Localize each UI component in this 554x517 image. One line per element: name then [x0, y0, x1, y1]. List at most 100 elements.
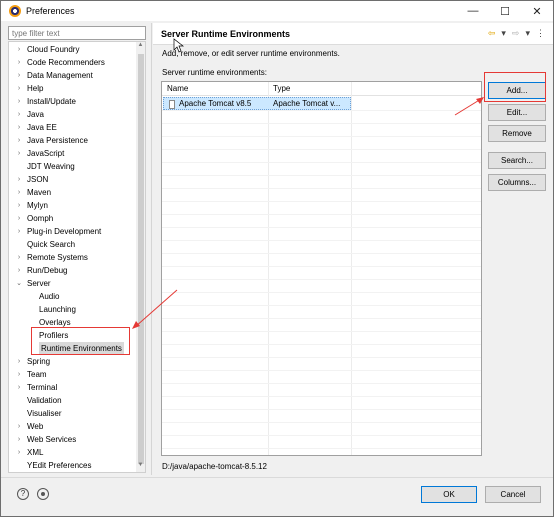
runtime-name: Apache Tomcat v8.5	[179, 99, 252, 108]
scroll-thumb[interactable]	[138, 54, 144, 464]
table-row-line	[162, 305, 481, 306]
table-row-line	[162, 370, 481, 371]
table-row-line	[162, 448, 481, 449]
annotation-highlight	[484, 72, 546, 102]
tree-item-label: Data Management	[27, 71, 93, 80]
view-menu-icon[interactable]: ⋮	[536, 28, 545, 39]
column-header-type[interactable]: Type	[273, 84, 290, 93]
tree-item-label: Plug-in Development	[27, 227, 102, 236]
scroll-down-icon[interactable]: ▼	[136, 462, 145, 472]
runtime-location: D:/java/apache-tomcat-8.5.12	[162, 462, 267, 471]
page-header: Server Runtime Environments ⇦ ▾ ⇨ ▾ ⋮	[153, 23, 553, 45]
table-row-line	[162, 123, 481, 124]
chevron-right-icon[interactable]: ›	[15, 69, 23, 82]
chevron-right-icon[interactable]: ›	[15, 43, 23, 56]
chevron-down-icon[interactable]: ⌄	[15, 277, 23, 290]
back-icon[interactable]: ⇦	[488, 28, 496, 39]
table-row-line	[162, 175, 481, 176]
sash[interactable]	[151, 23, 152, 475]
tree-item-label: Mylyn	[27, 201, 48, 210]
import-export-icon[interactable]	[37, 488, 49, 500]
maximize-button[interactable]: ☐	[489, 1, 521, 21]
tree-item-label: Quick Search	[27, 240, 76, 249]
columns-button[interactable]: Columns...	[488, 174, 546, 191]
page-description: Add, remove, or edit server runtime envi…	[162, 49, 340, 58]
chevron-right-icon[interactable]: ›	[15, 420, 23, 433]
tree-item-label: JavaScript	[27, 149, 65, 158]
chevron-right-icon[interactable]: ›	[15, 251, 23, 264]
chevron-right-icon[interactable]: ›	[15, 147, 23, 160]
tree-item-label: Code Recommenders	[27, 58, 105, 67]
table-row[interactable]: Apache Tomcat v8.5 Apache Tomcat v...	[163, 97, 351, 110]
chevron-right-icon[interactable]: ›	[15, 433, 23, 446]
table-row-line	[162, 188, 481, 189]
table-row-line	[162, 331, 481, 332]
table-row-line	[162, 240, 481, 241]
annotation-highlight	[31, 327, 130, 355]
eclipse-icon	[9, 5, 21, 17]
tree-item-label: Java EE	[27, 123, 57, 132]
tree-item-label: Java	[27, 110, 44, 119]
search-button[interactable]: Search...	[488, 152, 546, 169]
chevron-right-icon[interactable]: ›	[15, 381, 23, 394]
tree-item-label: XML	[27, 448, 44, 457]
chevron-right-icon[interactable]: ›	[15, 212, 23, 225]
table-row-line	[162, 214, 481, 215]
chevron-right-icon[interactable]: ›	[15, 199, 23, 212]
scroll-up-icon[interactable]: ▲	[136, 42, 145, 52]
chevron-right-icon[interactable]: ›	[15, 82, 23, 95]
runtime-icon	[169, 100, 175, 109]
chevron-right-icon[interactable]: ›	[15, 186, 23, 199]
remove-button[interactable]: Remove	[488, 125, 546, 142]
chevron-right-icon[interactable]: ›	[15, 264, 23, 277]
table-row-line	[162, 253, 481, 254]
preferences-window: Preferences — ☐ ✕ ▲ ▼ › Cloud Foundry › Cod…	[0, 0, 554, 517]
tree-item-label: Web Services	[27, 435, 77, 444]
table-row-line	[162, 344, 481, 345]
tree-item-label: Visualiser	[27, 409, 62, 418]
close-button[interactable]: ✕	[521, 1, 553, 21]
tree-scrollbar[interactable]: ▲ ▼	[136, 42, 145, 472]
cancel-button[interactable]: Cancel	[485, 486, 541, 503]
chevron-right-icon[interactable]: ›	[15, 121, 23, 134]
chevron-right-icon[interactable]: ›	[15, 225, 23, 238]
filter-input[interactable]	[8, 26, 146, 40]
chevron-right-icon[interactable]: ›	[15, 446, 23, 459]
tree-item-label: Validation	[27, 396, 62, 405]
table-row-line	[162, 201, 481, 202]
tree-item-label: Audio	[39, 292, 60, 301]
title-bar: Preferences — ☐ ✕	[1, 1, 553, 21]
chevron-right-icon[interactable]: ›	[15, 368, 23, 381]
back-menu-icon[interactable]: ▾	[501, 28, 506, 39]
forward-menu-icon[interactable]: ▾	[525, 28, 530, 39]
tree-item-label: Launching	[39, 305, 76, 314]
tree-item-label: Terminal	[27, 383, 58, 392]
help-icon[interactable]: ?	[17, 488, 29, 500]
runtimes-table: Name Type Apache Tomcat v8.5 Apache Tomc…	[161, 81, 482, 456]
minimize-button[interactable]: —	[457, 1, 489, 21]
chevron-right-icon[interactable]: ›	[15, 56, 23, 69]
table-row-line	[162, 162, 481, 163]
tree-item-label: Team	[27, 370, 47, 379]
chevron-right-icon[interactable]: ›	[15, 134, 23, 147]
preference-tree: ▲ ▼ › Cloud Foundry › Code Recommenders › Dat…	[8, 41, 146, 473]
footer-divider	[1, 477, 553, 478]
window-title: Preferences	[26, 6, 75, 16]
chevron-right-icon[interactable]: ›	[15, 108, 23, 121]
table-row-line	[162, 227, 481, 228]
ok-button[interactable]: OK	[421, 486, 477, 503]
table-row-line	[162, 396, 481, 397]
forward-icon[interactable]: ⇨	[512, 28, 520, 39]
table-row-line	[162, 318, 481, 319]
runtime-type: Apache Tomcat v...	[273, 99, 341, 108]
table-row-line	[162, 357, 481, 358]
tree-item-label: Cloud Foundry	[27, 45, 80, 54]
edit-button[interactable]: Edit...	[488, 104, 546, 121]
chevron-right-icon[interactable]: ›	[15, 355, 23, 368]
chevron-right-icon[interactable]: ›	[15, 173, 23, 186]
chevron-right-icon[interactable]: ›	[15, 95, 23, 108]
tree-item-label: JSON	[27, 175, 49, 184]
tree-item-label: Java Persistence	[27, 136, 88, 145]
tree-item-label: Server	[27, 279, 51, 288]
column-header-name[interactable]: Name	[167, 84, 188, 93]
